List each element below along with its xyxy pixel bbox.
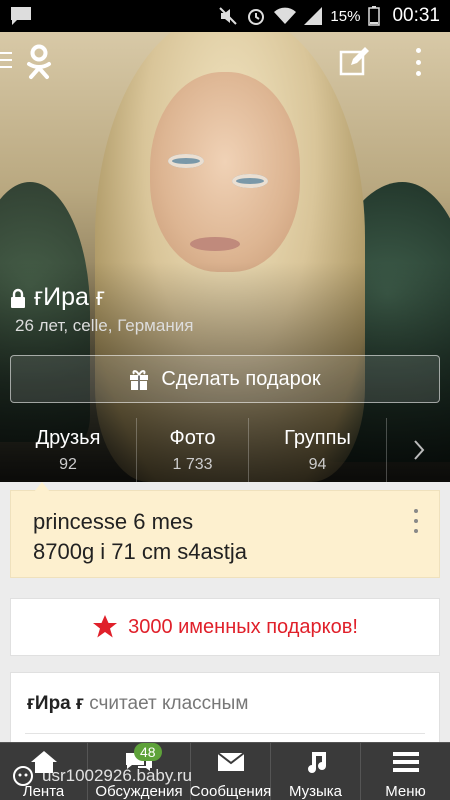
note-line-1: princesse 6 mes — [33, 509, 194, 534]
stat-count: 1 733 — [172, 455, 213, 473]
chevron-right-icon — [413, 440, 424, 460]
profile-age-location: 26 лет, celle, Германия — [15, 316, 194, 335]
photo-eye-left — [168, 154, 204, 168]
discussions-badge: 48 — [134, 743, 162, 761]
stat-friends[interactable]: Друзья 92 — [0, 418, 137, 482]
star-icon — [93, 615, 118, 638]
nav-label: Музыка — [288, 783, 343, 800]
action-bar — [0, 32, 450, 92]
gifts-promo-card[interactable]: 3000 именных подарков! — [10, 598, 440, 656]
feed-actor[interactable]: ғИра ғ — [27, 693, 84, 714]
note-pointer — [34, 482, 50, 492]
stat-count: 92 — [59, 455, 77, 473]
send-gift-label: Сделать подарок — [161, 367, 321, 390]
site-watermark: usr1002926.baby.ru — [10, 765, 192, 787]
nav-music[interactable]: Музыка — [271, 743, 361, 800]
note-options-icon[interactable] — [413, 509, 419, 533]
alarm-icon — [248, 9, 265, 25]
watermark-text: usr1002926.baby.ru — [42, 766, 192, 785]
note-line-2: 8700g i 71 cm s4astja — [33, 539, 248, 564]
battery-icon — [368, 6, 381, 26]
edit-icon[interactable] — [338, 46, 370, 78]
profile-name: ғИра ғ — [34, 283, 105, 311]
music-note-icon — [307, 752, 326, 773]
signal-icon — [304, 7, 323, 25]
status-note-card[interactable]: princesse 6 mes 8700g i 71 cm s4astja — [10, 490, 440, 578]
gift-icon — [130, 370, 149, 390]
promo-text: 3000 именных подарков! — [128, 615, 358, 638]
feed-headline: ғИра ғ считает классным — [27, 693, 248, 715]
wifi-icon — [274, 7, 297, 24]
mail-icon — [216, 752, 245, 771]
chat-notification-icon — [11, 7, 31, 25]
stat-label: Друзья — [35, 426, 101, 449]
photo-lips — [190, 237, 240, 251]
stat-photos[interactable]: Фото 1 733 — [137, 418, 249, 482]
status-bar: 15% 00:31 — [0, 0, 450, 32]
nav-menu[interactable]: Меню — [361, 743, 450, 800]
photo-eye-right — [232, 174, 268, 188]
nav-label: Сообщения — [189, 783, 272, 800]
battery-percent: 15% — [330, 7, 361, 25]
menu-icon — [392, 752, 419, 772]
clock: 00:31 — [392, 5, 440, 26]
nav-label: Меню — [385, 783, 426, 800]
drawer-toggle-icon[interactable] — [0, 52, 12, 70]
send-gift-button[interactable]: Сделать подарок — [10, 355, 440, 403]
odnoklassniki-logo-icon[interactable] — [24, 44, 54, 80]
profile-cover-photo[interactable] — [0, 32, 450, 482]
overflow-menu-icon[interactable] — [414, 48, 422, 76]
feed-divider — [25, 733, 425, 734]
mute-icon — [219, 7, 238, 25]
app-screen: 15% 00:31 ғИра ғ 26 лет, celle, Германия… — [0, 0, 450, 800]
stat-label: Группы — [284, 426, 351, 449]
stat-groups[interactable]: Группы 94 — [249, 418, 387, 482]
profile-stats: Друзья 92 Фото 1 733 Группы 94 — [0, 418, 450, 482]
nav-messages[interactable]: Сообщения — [189, 743, 272, 800]
profile-name-row: ғИра ғ — [10, 283, 105, 312]
stats-more-button[interactable] — [387, 418, 450, 482]
stat-label: Фото — [169, 426, 216, 449]
lock-icon — [11, 288, 25, 308]
stat-count: 94 — [308, 455, 327, 473]
feed-action: считает классным — [89, 693, 249, 714]
watermark-logo-icon — [13, 766, 33, 786]
